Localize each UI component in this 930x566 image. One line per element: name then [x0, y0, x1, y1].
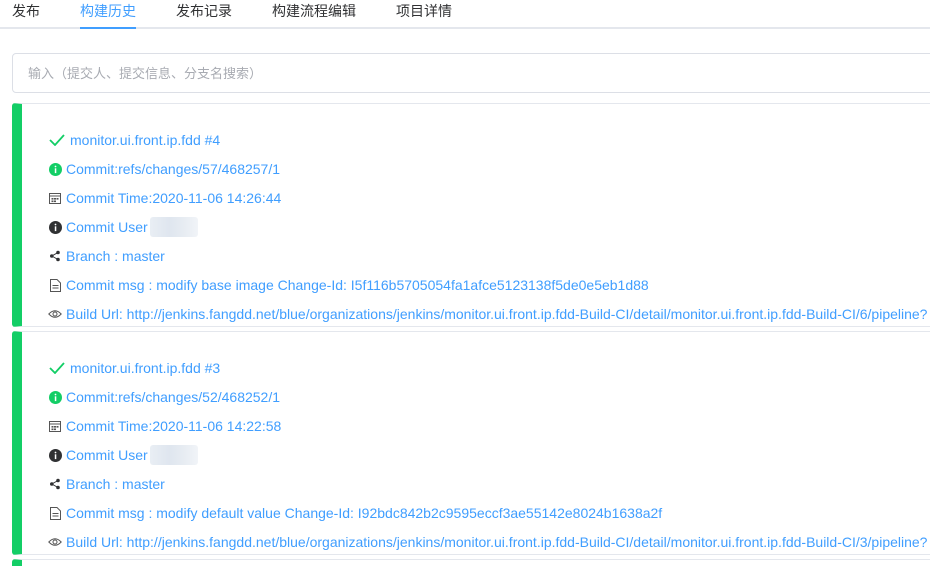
check-icon — [48, 133, 66, 147]
commit-msg: Commit msg : modify default value Change… — [66, 505, 663, 521]
branch-row: Branch : master — [48, 475, 165, 493]
info-circle-dark-icon — [48, 448, 62, 462]
info-circle-green-icon — [48, 162, 62, 176]
build-url-row: Build Url: http://jenkins.fangdd.net/blu… — [48, 533, 927, 551]
eye-icon — [48, 307, 62, 321]
build-title-row: monitor.ui.front.ip.fdd #4 — [48, 131, 220, 149]
document-icon — [48, 278, 62, 292]
active-tab-indicator — [80, 27, 136, 29]
calendar-icon — [48, 191, 62, 205]
share-icon — [48, 477, 62, 491]
commit-msg-row: Commit msg : modify base image Change-Id… — [48, 276, 649, 294]
build-card[interactable] — [12, 559, 930, 566]
tab-project-details[interactable]: 项目详情 — [396, 1, 452, 21]
tab-build-history[interactable]: 构建历史 — [80, 1, 136, 21]
tab-publish[interactable]: 发布 — [12, 1, 40, 21]
commit-msg-row: Commit msg : modify default value Change… — [48, 504, 662, 522]
avatar — [149, 445, 198, 465]
build-card[interactable]: monitor.ui.front.ip.fdd #3 Commit:refs/c… — [12, 331, 930, 555]
branch: Branch : master — [66, 476, 165, 492]
build-title[interactable]: monitor.ui.front.ip.fdd #3 — [70, 360, 220, 376]
commit-ref: Commit:refs/changes/52/468252/1 — [66, 389, 281, 405]
share-icon — [48, 249, 62, 263]
search-input[interactable] — [28, 54, 908, 92]
check-icon — [48, 361, 66, 375]
build-title-row: monitor.ui.front.ip.fdd #3 — [48, 359, 220, 377]
commit-time: Commit Time:2020-11-06 14:26:44 — [66, 190, 282, 206]
tab-bar: 发布 构建历史 发布记录 构建流程编辑 项目详情 — [0, 0, 930, 29]
build-card[interactable]: monitor.ui.front.ip.fdd #4 Commit:refs/c… — [12, 103, 930, 327]
commit-ref: Commit:refs/changes/57/468257/1 — [66, 161, 281, 177]
commit-user-label: Commit User — [66, 447, 148, 463]
search-box — [12, 53, 930, 93]
commit-time-row: Commit Time:2020-11-06 14:26:44 — [48, 189, 281, 207]
commit-user-label: Commit User — [66, 219, 148, 235]
info-circle-dark-icon — [48, 220, 62, 234]
avatar — [149, 217, 198, 237]
branch-row: Branch : master — [48, 247, 165, 265]
tab-build-flow-edit[interactable]: 构建流程编辑 — [272, 1, 356, 21]
commit-row: Commit:refs/changes/52/468252/1 — [48, 388, 280, 406]
calendar-icon — [48, 419, 62, 433]
eye-icon — [48, 535, 62, 549]
commit-time-row: Commit Time:2020-11-06 14:22:58 — [48, 417, 281, 435]
commit-time: Commit Time:2020-11-06 14:22:58 — [66, 418, 282, 434]
branch: Branch : master — [66, 248, 165, 264]
info-circle-green-icon — [48, 390, 62, 404]
build-url-link[interactable]: Build Url: http://jenkins.fangdd.net/blu… — [66, 306, 927, 322]
commit-msg: Commit msg : modify base image Change-Id… — [66, 277, 649, 293]
build-url-row: Build Url: http://jenkins.fangdd.net/blu… — [48, 305, 927, 323]
tab-publish-records[interactable]: 发布记录 — [176, 1, 232, 21]
commit-user-row: Commit User — [48, 217, 198, 237]
commit-row: Commit:refs/changes/57/468257/1 — [48, 160, 280, 178]
build-title[interactable]: monitor.ui.front.ip.fdd #4 — [70, 132, 220, 148]
document-icon — [48, 506, 62, 520]
commit-user-row: Commit User — [48, 445, 198, 465]
build-url-link[interactable]: Build Url: http://jenkins.fangdd.net/blu… — [66, 534, 927, 550]
